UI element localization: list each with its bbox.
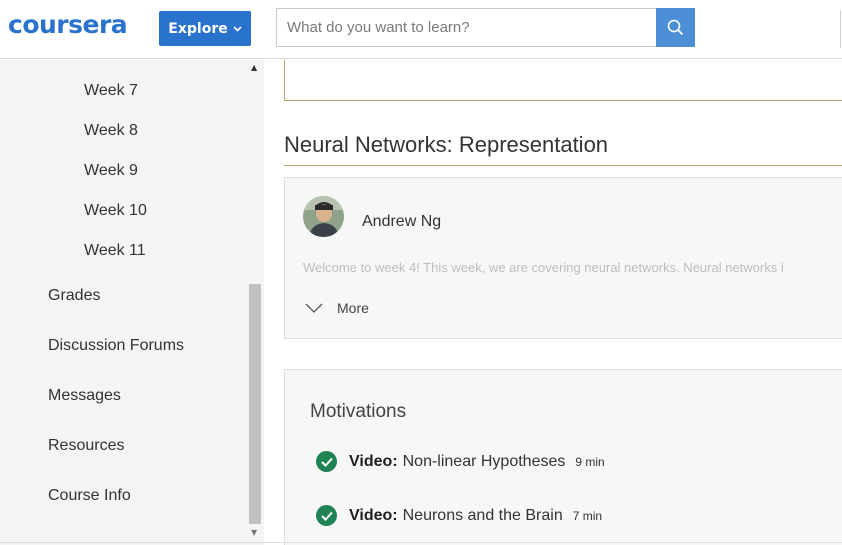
- sidebar-item-course-info[interactable]: Course Info: [48, 487, 131, 505]
- sidebar-week-10[interactable]: Week 10: [84, 202, 147, 220]
- item-type: Video:: [349, 506, 398, 524]
- header-divider: [840, 10, 841, 48]
- sidebar-week-9[interactable]: Week 9: [84, 162, 138, 180]
- item-type: Video:: [349, 452, 398, 470]
- check-icon: [316, 505, 337, 526]
- lesson-item[interactable]: Video: Neurons and the Brain 7 min: [316, 505, 602, 526]
- sidebar-week-11[interactable]: Week 11: [84, 242, 146, 260]
- search-button[interactable]: [656, 8, 695, 47]
- explore-label: Explore: [168, 20, 228, 37]
- sidebar-week-8[interactable]: Week 8: [84, 122, 138, 140]
- scroll-up-arrow-icon[interactable]: ▲: [251, 63, 257, 72]
- lesson-title: Motivations: [310, 401, 407, 422]
- sidebar-scrollbar-thumb[interactable]: [249, 284, 261, 524]
- intro-text: Welcome to week 4! This week, we are cov…: [303, 260, 784, 275]
- lesson-card: Motivations Video: Non-linear Hypotheses…: [284, 369, 842, 545]
- sidebar-item-resources[interactable]: Resources: [48, 437, 124, 455]
- chevron-down-icon: [233, 24, 242, 35]
- item-name: Neurons and the Brain: [402, 506, 563, 524]
- top-header: coursera Explore: [0, 0, 842, 59]
- item-duration: 7 min: [572, 508, 603, 523]
- avatar: [303, 196, 344, 237]
- sidebar-item-grades[interactable]: Grades: [48, 287, 100, 305]
- instructor-name: Andrew Ng: [362, 213, 442, 230]
- search-icon: [667, 19, 684, 36]
- item-name: Non-linear Hypotheses: [402, 452, 566, 470]
- coursera-logo[interactable]: coursera: [8, 10, 128, 39]
- sidebar-item-messages[interactable]: Messages: [48, 387, 121, 405]
- previous-card: [284, 60, 842, 101]
- more-label: More: [337, 300, 369, 316]
- sidebar-week-7[interactable]: Week 7: [84, 82, 138, 100]
- instructor-intro-card: Andrew Ng Welcome to week 4! This week, …: [284, 177, 842, 339]
- chevron-down-icon: [305, 303, 323, 313]
- explore-button[interactable]: Explore: [159, 11, 251, 46]
- scroll-down-arrow-icon[interactable]: ▼: [251, 528, 257, 537]
- sidebar-item-discussion-forums[interactable]: Discussion Forums: [48, 337, 184, 355]
- section-title: Neural Networks: Representation: [284, 132, 609, 157]
- search-bar: [276, 8, 696, 47]
- check-icon: [316, 451, 337, 472]
- item-duration: 9 min: [575, 454, 605, 469]
- main-content: Neural Networks: Representation Andrew N…: [264, 60, 842, 545]
- search-input[interactable]: [276, 8, 656, 47]
- lesson-item[interactable]: Video: Non-linear Hypotheses 9 min: [316, 451, 605, 472]
- section-divider: [284, 165, 842, 166]
- more-toggle[interactable]: More: [305, 300, 369, 316]
- bottom-border: [0, 542, 842, 543]
